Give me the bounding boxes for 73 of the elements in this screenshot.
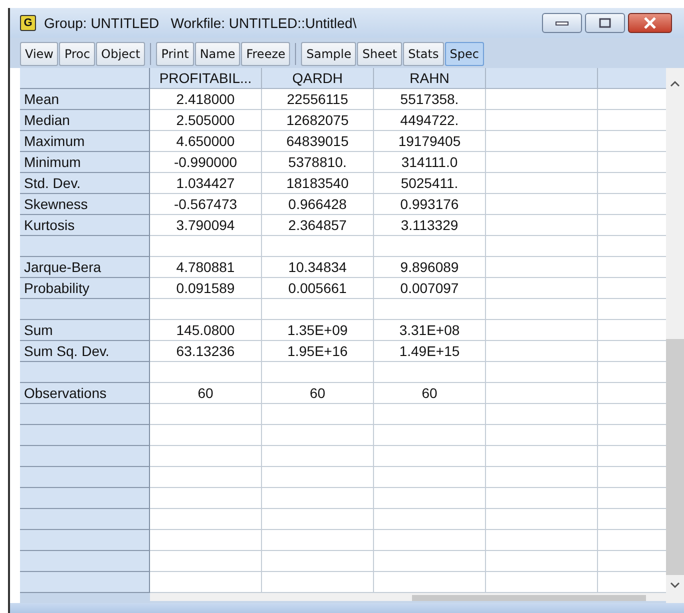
table-cell: -0.567473 [150, 194, 262, 215]
scroll-up-icon[interactable] [670, 80, 680, 88]
row-label: Probability [20, 278, 150, 299]
row-label: Std. Dev. [20, 173, 150, 194]
toolbar-button[interactable]: Name [194, 42, 240, 66]
window-title: Group: UNTITLED Workfile: UNTITLED::Untitled\ [44, 15, 356, 31]
table-cell: 4.780881 [150, 257, 262, 278]
column-header: PROFITABIL... [150, 68, 262, 89]
row-label: Minimum [20, 152, 150, 173]
table-cell: 3.31E+08 [374, 320, 486, 341]
toolbar-button[interactable]: Sample [301, 42, 356, 66]
table-cell: 1.49E+15 [374, 341, 486, 362]
row-label: Kurtosis [20, 215, 150, 236]
maximize-icon [598, 18, 612, 28]
table-cell: 2.364857 [262, 215, 374, 236]
table-cell: 4.650000 [150, 131, 262, 152]
toolbar-button[interactable]: Freeze [241, 42, 290, 66]
scroll-down-icon[interactable] [670, 581, 680, 589]
table-cell: 2.505000 [150, 110, 262, 131]
table-cell: 12682075 [262, 110, 374, 131]
group-icon: G [20, 15, 36, 31]
horizontal-scrollbar[interactable] [150, 593, 666, 601]
vertical-scrollbar[interactable] [666, 68, 684, 603]
toolbar-button[interactable]: Proc [59, 42, 96, 66]
column-header: QARDH [262, 68, 374, 89]
row-label: Skewness [20, 194, 150, 215]
toolbar-button[interactable]: Stats [403, 42, 444, 66]
row-label: Jarque-Bera [20, 257, 150, 278]
table-cell: 145.0800 [150, 320, 262, 341]
table-cell: 63.13236 [150, 341, 262, 362]
table-cell: 4494722. [374, 110, 486, 131]
table-cell: 5378810. [262, 152, 374, 173]
table-cell: 3.790094 [150, 215, 262, 236]
table-cell: 0.993176 [374, 194, 486, 215]
table-cell: 19179405 [374, 131, 486, 152]
table-cell: 2.418000 [150, 89, 262, 110]
table-cell: 0.007097 [374, 278, 486, 299]
table-cell: 60 [262, 383, 374, 404]
toolbar-button[interactable]: Print [156, 42, 194, 66]
table-cell: 60 [374, 383, 486, 404]
table-cell: 5025411. [374, 173, 486, 194]
table-cell: 1.35E+09 [262, 320, 374, 341]
table-cell: 1.95E+16 [262, 341, 374, 362]
table-cell: 22556115 [262, 89, 374, 110]
toolbar-button[interactable]: View [20, 42, 58, 66]
row-label: Maximum [20, 131, 150, 152]
row-label: Median [20, 110, 150, 131]
table-cell: 60 [150, 383, 262, 404]
table-cell: 1.034427 [150, 173, 262, 194]
row-label: Sum Sq. Dev. [20, 341, 150, 362]
column-header: RAHN [374, 68, 486, 89]
toolbar-button[interactable]: Spec [444, 42, 484, 66]
table-cell: 0.005661 [262, 278, 374, 299]
table-cell: 18183540 [262, 173, 374, 194]
table-cell: 3.113329 [374, 215, 486, 236]
table-cell: 314111.0 [374, 152, 486, 173]
toolbar-button[interactable]: Object [96, 42, 146, 66]
table-cell: 64839015 [262, 131, 374, 152]
row-label: Sum [20, 320, 150, 341]
table-cell: 9.896089 [374, 257, 486, 278]
close-icon [643, 17, 657, 29]
maximize-button[interactable] [585, 13, 625, 33]
table-cell: 0.091589 [150, 278, 262, 299]
table-cell: 10.34834 [262, 257, 374, 278]
row-label: Observations [20, 383, 150, 404]
close-button[interactable] [628, 13, 672, 33]
toolbar-button[interactable]: Sheet [357, 42, 402, 66]
minimize-button[interactable] [542, 13, 582, 33]
table-cell: -0.990000 [150, 152, 262, 173]
row-label: Mean [20, 89, 150, 110]
minimize-icon [555, 19, 569, 27]
table-cell: 5517358. [374, 89, 486, 110]
table-cell: 0.966428 [262, 194, 374, 215]
